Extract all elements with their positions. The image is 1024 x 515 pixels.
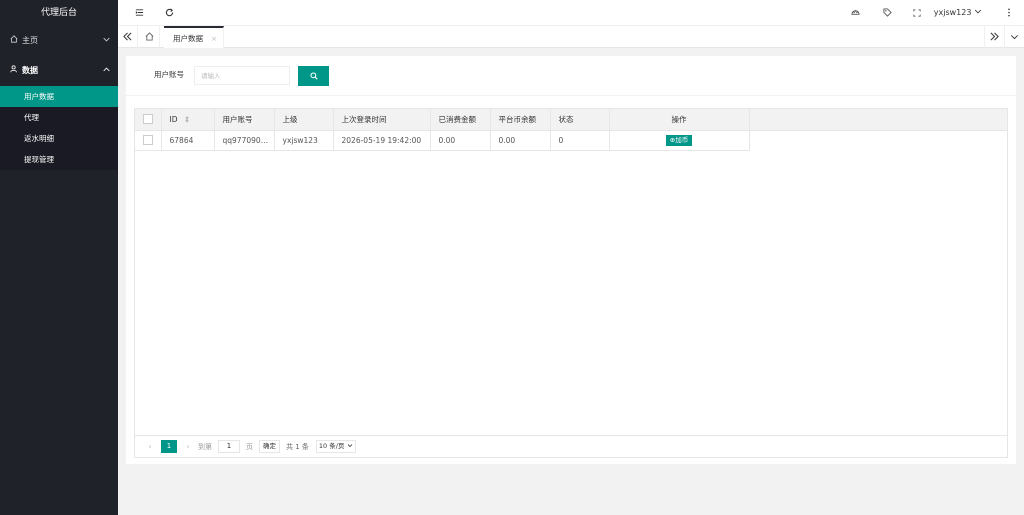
sidebar-item-data[interactable]: 数据 <box>0 56 118 86</box>
column-header-balance: 平台币余额 <box>490 109 551 131</box>
cell-action: ⊕加币 <box>609 130 750 151</box>
row-select-cell <box>135 130 162 151</box>
column-header-parent: 上级 <box>274 109 334 131</box>
tab-label: 用户数据 <box>173 34 203 43</box>
tabs-scroll-left-icon[interactable] <box>118 26 138 48</box>
user-data-table: ID ⇕ 用户账号 上级 上次登录时间 已消费金额 平台币余额 状态 操作 67… <box>134 108 1008 458</box>
column-header-account: 用户账号 <box>214 109 275 131</box>
cell-status: 0 <box>550 130 610 151</box>
cell-filler <box>749 130 1007 150</box>
home-icon <box>10 26 22 56</box>
chevron-up-icon <box>103 56 110 86</box>
sidebar-subnav: 用户数据 代理 返水明细 提现管理 <box>0 86 118 170</box>
table-row: 67864 qq977090… yxjsw123 2026-05-19 19:4… <box>135 130 1007 151</box>
goto-label: 到第 <box>198 442 212 451</box>
column-header-filler <box>749 109 1007 131</box>
next-page-icon[interactable]: › <box>181 442 195 451</box>
search-button[interactable] <box>298 66 329 86</box>
sidebar-item-label: 主页 <box>22 36 38 45</box>
page-unit-label: 页 <box>246 442 253 451</box>
column-header-status: 状态 <box>550 109 610 131</box>
select-all-checkbox[interactable] <box>143 114 153 125</box>
page-size-value: 10 条/页 <box>318 442 345 450</box>
cell-id: 67864 <box>161 130 215 151</box>
theme-palette-icon[interactable] <box>848 0 862 26</box>
page-current[interactable]: 1 <box>161 440 177 453</box>
row-checkbox[interactable] <box>143 135 153 145</box>
collapse-menu-icon[interactable] <box>132 0 146 26</box>
search-form: 用户账号 <box>126 56 1016 96</box>
cell-last-login: 2026-05-19 19:42:00 <box>333 130 431 151</box>
cell-balance: 0.00 <box>490 130 551 151</box>
top-header: yxjsw123 <box>118 0 1024 26</box>
sidebar-item-label: 数据 <box>22 66 38 75</box>
table-header-row: ID ⇕ 用户账号 上级 上次登录时间 已消费金额 平台币余额 状态 操作 <box>135 109 1007 131</box>
sort-icon[interactable]: ⇕ <box>184 115 190 124</box>
cell-parent: yxjsw123 <box>274 130 334 151</box>
sidebar-item-withdraw-management[interactable]: 提现管理 <box>0 149 118 170</box>
add-coin-button[interactable]: ⊕加币 <box>665 134 693 146</box>
main-content: 用户账号 ID ⇕ 用户账号 上级 上次登录时间 已消费金额 <box>126 56 1016 464</box>
search-label: 用户账号 <box>154 70 184 79</box>
column-header-last-login: 上次登录时间 <box>333 109 431 131</box>
page-size-select[interactable]: 10 条/页 <box>315 440 356 453</box>
sidebar-item-home[interactable]: 主页 <box>0 26 118 56</box>
tabs-menu-chevron-down-icon[interactable] <box>1004 26 1024 48</box>
user-data-icon <box>10 56 22 86</box>
tab-user-data[interactable]: 用户数据 × <box>164 26 224 48</box>
chevron-down-icon <box>103 26 110 56</box>
select-all-cell <box>135 109 162 131</box>
more-vertical-icon[interactable] <box>1004 0 1014 26</box>
tabs-bar: 用户数据 × <box>118 26 1024 48</box>
close-icon[interactable]: × <box>211 28 217 50</box>
goto-confirm-button[interactable]: 确定 <box>259 440 280 453</box>
home-tab-icon[interactable] <box>140 26 160 48</box>
refresh-icon[interactable] <box>162 0 176 26</box>
search-icon <box>309 72 318 82</box>
user-name: yxjsw123 <box>933 8 972 17</box>
cell-account: qq977090… <box>214 130 275 151</box>
account-search-input[interactable] <box>194 66 290 85</box>
cell-spent: 0.00 <box>430 130 491 151</box>
prev-page-icon[interactable]: ‹ <box>143 442 157 451</box>
sidebar-item-agent[interactable]: 代理 <box>0 107 118 128</box>
column-header-spent: 已消费金额 <box>430 109 491 131</box>
pagination: ‹ 1 › 到第 1 页 确定 共 1 条 10 条/页 <box>135 435 1007 457</box>
sidebar: 代理后台 主页 数据 用户数据 代理 返水明细 提现管理 <box>0 0 118 515</box>
tabs-scroll-right-icon[interactable] <box>984 26 1004 48</box>
app-title: 代理后台 <box>0 0 118 26</box>
column-header-id[interactable]: ID ⇕ <box>161 109 215 131</box>
chevron-down-icon <box>347 442 353 450</box>
user-menu[interactable]: yxjsw123 <box>934 0 982 26</box>
data-table: ID ⇕ 用户账号 上级 上次登录时间 已消费金额 平台币余额 状态 操作 67… <box>135 109 1007 151</box>
sidebar-item-user-data[interactable]: 用户数据 <box>0 86 118 107</box>
goto-page-input[interactable]: 1 <box>218 440 240 453</box>
fullscreen-icon[interactable] <box>910 0 924 26</box>
total-count: 共 1 条 <box>286 442 309 451</box>
tag-icon[interactable] <box>880 0 894 26</box>
chevron-down-icon <box>974 8 982 17</box>
column-header-action: 操作 <box>609 109 750 131</box>
sidebar-item-rebate-detail[interactable]: 返水明细 <box>0 128 118 149</box>
